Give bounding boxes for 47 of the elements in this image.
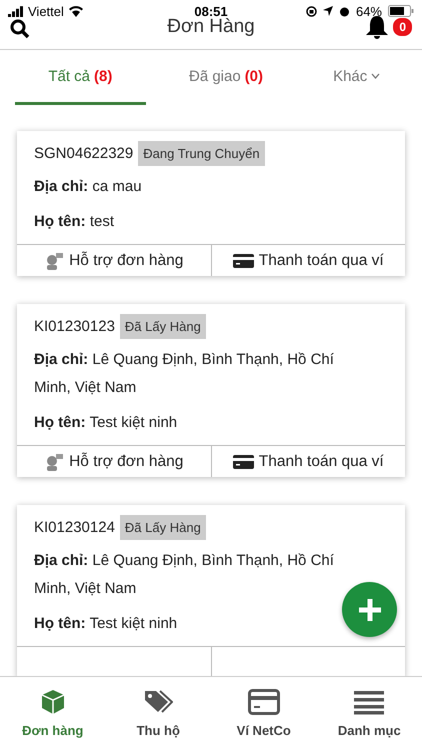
filter-tab[interactable]: Khác [291,50,422,105]
order-code: KI01230123 [34,318,115,335]
nav-tab[interactable]: Ví NetCo [211,677,316,750]
carrier-name: Viettel [28,4,64,18]
page-title: Đơn Hàng [167,16,255,38]
menu-icon [354,689,384,715]
order-card[interactable]: KI01230123 Đã Lấy Hàng Địa chỉ: Lê Quang Định, Bình Thạnh, Hồ Chí Minh, Việt Nam Họ tên: Test kiệt ninh Hỗ trợ đơn hàng Thanh toán qua ví [17,304,405,477]
chevron-down-icon [371,73,380,79]
wallet-pay-button[interactable]: Thanh toán qua ví [210,245,405,276]
signal-icon [8,6,24,16]
search-icon[interactable] [10,18,30,38]
name-text: Họ tên: Test kiệt ninh [34,614,178,634]
plus-icon [356,596,382,622]
battery-percent: 64% [356,4,382,18]
wifi-icon [68,5,84,17]
name-text: Họ tên: Test kiệt ninh [34,413,178,433]
battery-icon [388,5,414,17]
name-text: Họ tên: test [34,212,116,232]
support-agent-icon [44,252,64,270]
alarm-icon [338,6,350,16]
clock-time: 08:51 [194,4,228,18]
address-text: Địa chỉ: Lê Quang Định, Bình Thạnh, Hồ Chí Minh, Việt Nam [34,551,334,599]
support-button[interactable]: Hỗ trợ đơn hàng [17,446,210,477]
order-status: Đã Lấy Hàng [120,314,206,339]
nav-tab[interactable]: Thu hộ [106,677,211,750]
support-agent-icon [44,452,64,470]
order-card[interactable]: KI01230124 Đã Lấy Hàng Địa chỉ: Lê Quang Định, Bình Thạnh, Hồ Chí Minh, Việt Nam Họ tên: Test kiệt ninh [17,505,405,676]
address-text: Địa chỉ: ca mau [34,177,143,197]
order-status: Đã Lấy Hàng [120,515,206,540]
filter-tab[interactable]: Đã giao (0) [160,50,292,105]
orientation-lock-icon [306,6,317,16]
order-code: SGN04622329 [34,145,134,162]
wallet-pay-button[interactable]: Thanh toán qua ví [210,446,405,477]
tags-icon [143,689,174,715]
nav-tab[interactable]: Đơn hàng [0,677,106,750]
order-status: Đang Trung Chuyển [138,141,265,166]
cube-icon [40,689,66,715]
card-icon [248,689,280,715]
card-icon [232,254,254,268]
card-icon [232,454,254,468]
address-text: Địa chỉ: Lê Quang Định, Bình Thạnh, Hồ Chí Minh, Việt Nam [34,350,334,398]
nav-tab[interactable]: Danh mục [316,677,422,750]
order-code: KI01230124 [34,519,115,536]
location-icon [322,6,333,16]
notification-badge: 0 [393,18,412,36]
support-button[interactable]: Hỗ trợ đơn hàng [17,245,210,276]
order-card[interactable]: SGN04622329 Đang Trung Chuyển Địa chỉ: ca mau Họ tên: test Hỗ trợ đơn hàng Thanh toán qua ví [17,131,405,276]
